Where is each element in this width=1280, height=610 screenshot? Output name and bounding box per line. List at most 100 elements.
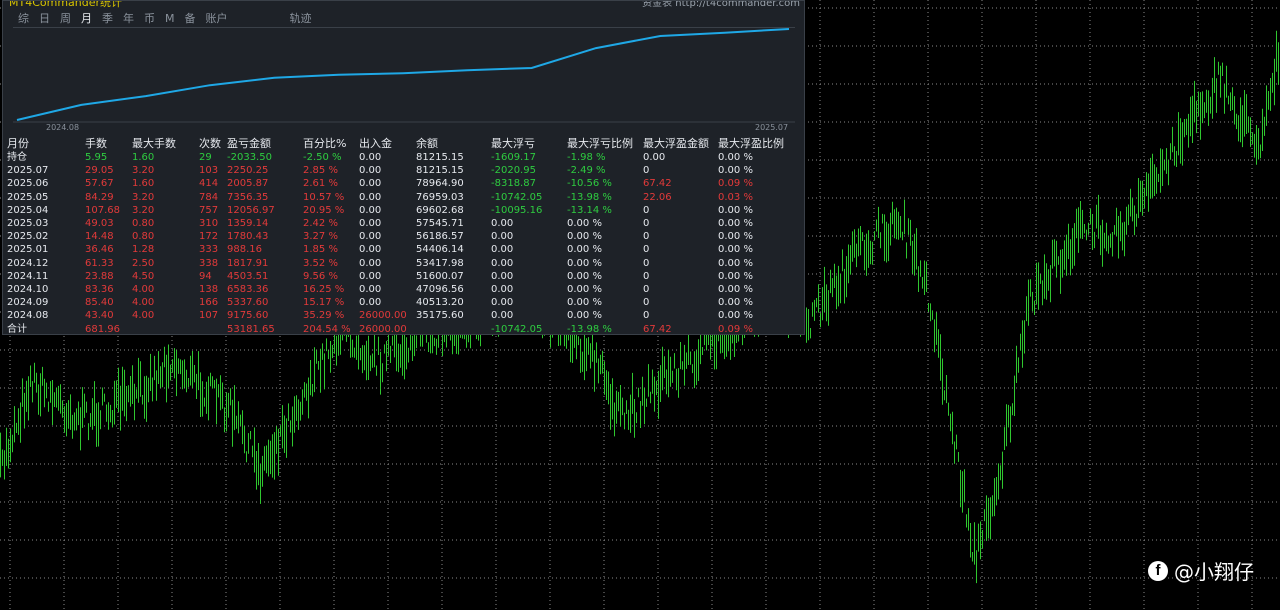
table-cell: 0.00 % bbox=[567, 244, 602, 256]
tab-10[interactable]: 轨迹 bbox=[285, 10, 317, 28]
table-cell: 2250.25 bbox=[227, 165, 269, 177]
table-cell: 0.00 % bbox=[718, 165, 753, 177]
table-cell: 0.00 % bbox=[718, 218, 753, 229]
header-cell: 次数 bbox=[199, 137, 221, 150]
table-cell: 43.40 bbox=[85, 310, 114, 322]
tab-3[interactable]: 月 bbox=[76, 10, 97, 28]
table-cell: 56186.57 bbox=[416, 231, 464, 243]
table-cell: 0.80 bbox=[132, 218, 155, 229]
table-cell: 16.25 % bbox=[303, 284, 345, 295]
table-cell: 0.00 bbox=[359, 270, 382, 282]
table-cell: 0.00 bbox=[359, 284, 382, 295]
table-cell: 61.33 bbox=[85, 257, 114, 269]
table-cell: 2024.10 bbox=[7, 284, 49, 295]
equity-curve-chart: 2024.08 2025.07 bbox=[13, 27, 795, 132]
table-cell: 26000.00 bbox=[359, 310, 407, 322]
table-cell: -1609.17 bbox=[491, 152, 536, 163]
table-cell: 0.09 % bbox=[718, 178, 753, 190]
table-cell: 4.00 bbox=[132, 297, 155, 309]
tab-5[interactable]: 年 bbox=[118, 10, 139, 28]
tab-9[interactable]: 账户 bbox=[201, 10, 233, 28]
tab-2[interactable]: 周 bbox=[55, 10, 76, 28]
table-cell: 0.00 % bbox=[567, 218, 602, 229]
table-cell: 0 bbox=[643, 231, 650, 243]
table-cell: 53417.98 bbox=[416, 257, 464, 269]
table-cell: 0 bbox=[643, 244, 650, 256]
table-cell: 67.42 bbox=[643, 178, 672, 190]
table-cell: -10742.05 bbox=[491, 191, 543, 203]
table-cell: 85.40 bbox=[85, 297, 114, 309]
table-cell: 29.05 bbox=[85, 165, 114, 177]
table-cell: 0.00 bbox=[643, 152, 666, 163]
table-cell: -8318.87 bbox=[491, 178, 536, 190]
header-cell: 百分比% bbox=[303, 137, 347, 150]
header-cell: 手数 bbox=[85, 137, 107, 150]
table-cell: -10.56 % bbox=[567, 178, 612, 190]
table-cell: 78964.90 bbox=[416, 178, 464, 190]
table-cell: 0.03 % bbox=[718, 191, 753, 203]
table-cell: 2025.02 bbox=[7, 231, 49, 243]
header-cell: 月份 bbox=[7, 137, 29, 150]
table-cell: 0.00 % bbox=[567, 270, 602, 282]
tab-0[interactable]: 综 bbox=[13, 10, 34, 28]
table-cell: 103 bbox=[199, 165, 219, 177]
site-link[interactable]: 资金表 http://t4commander.com bbox=[642, 1, 800, 9]
table-cell: 14.48 bbox=[85, 231, 114, 243]
table-cell: 1.60 bbox=[132, 178, 155, 190]
statistics-panel: MT4Commander统计 资金表 http://t4commander.co… bbox=[2, 0, 805, 335]
table-cell: 138 bbox=[199, 284, 219, 295]
table-cell: 0.00 bbox=[359, 178, 382, 190]
table-cell: 0.00 bbox=[359, 165, 382, 177]
watermark: f @小翔仔 bbox=[1148, 556, 1254, 585]
table-cell: 35.29 % bbox=[303, 310, 345, 322]
table-cell: 1.85 % bbox=[303, 244, 338, 256]
table-cell: 0 bbox=[643, 284, 650, 295]
tab-8[interactable]: 备 bbox=[180, 10, 201, 28]
table-cell: 51600.07 bbox=[416, 270, 464, 282]
tab-1[interactable]: 日 bbox=[34, 10, 55, 28]
table-cell: 0 bbox=[643, 204, 650, 216]
table-cell: 94 bbox=[199, 270, 212, 282]
table-cell: 0.00 bbox=[359, 204, 382, 216]
table-cell: 69602.68 bbox=[416, 204, 464, 216]
table-cell: 0.00 % bbox=[718, 231, 753, 243]
tab-4[interactable]: 季 bbox=[97, 10, 118, 28]
watermark-text: @小翔仔 bbox=[1174, 560, 1254, 584]
table-cell: 107 bbox=[199, 310, 219, 322]
table-cell: -10095.16 bbox=[491, 204, 543, 216]
table-cell: 0 bbox=[643, 218, 650, 229]
table-cell: 0.00 bbox=[359, 257, 382, 269]
table-cell: 76959.03 bbox=[416, 191, 464, 203]
table-cell: 0.00 bbox=[491, 310, 514, 322]
table-cell: 2.61 % bbox=[303, 178, 338, 190]
table-cell: 合计 bbox=[7, 323, 27, 335]
table-cell: 3.27 % bbox=[303, 231, 338, 243]
header-cell: 最大浮盈比例 bbox=[718, 137, 784, 150]
table-cell: 5337.60 bbox=[227, 297, 269, 309]
header-cell: 出入金 bbox=[359, 137, 392, 150]
table-cell: 81215.15 bbox=[416, 152, 464, 163]
table-cell: 0.00 bbox=[491, 284, 514, 295]
table-cell: -1.98 % bbox=[567, 152, 606, 163]
table-cell: 1780.43 bbox=[227, 231, 269, 243]
table-cell: 12056.97 bbox=[227, 204, 275, 216]
table-cell: -13.98 % bbox=[567, 191, 612, 203]
table-cell: 53181.65 bbox=[227, 323, 275, 335]
table-cell: 2005.87 bbox=[227, 178, 269, 190]
table-cell: 10.57 % bbox=[303, 191, 345, 203]
table-cell: 40513.20 bbox=[416, 297, 464, 309]
table-cell: 107.68 bbox=[85, 204, 120, 216]
table-cell: 310 bbox=[199, 218, 219, 229]
table-cell: 4.50 bbox=[132, 270, 155, 282]
tab-6[interactable]: 币 bbox=[139, 10, 160, 28]
table-cell: -13.14 % bbox=[567, 204, 612, 216]
table-cell: 2025.07 bbox=[7, 165, 49, 177]
table-cell: 0.00 bbox=[491, 270, 514, 282]
table-cell: 333 bbox=[199, 244, 219, 256]
table-cell: 0.00 bbox=[491, 218, 514, 229]
table-cell: 0 bbox=[643, 310, 650, 322]
table-cell: 54406.14 bbox=[416, 244, 464, 256]
tab-7[interactable]: M bbox=[160, 10, 180, 28]
table-cell: 0.00 bbox=[359, 297, 382, 309]
table-cell: 0.00 bbox=[491, 297, 514, 309]
